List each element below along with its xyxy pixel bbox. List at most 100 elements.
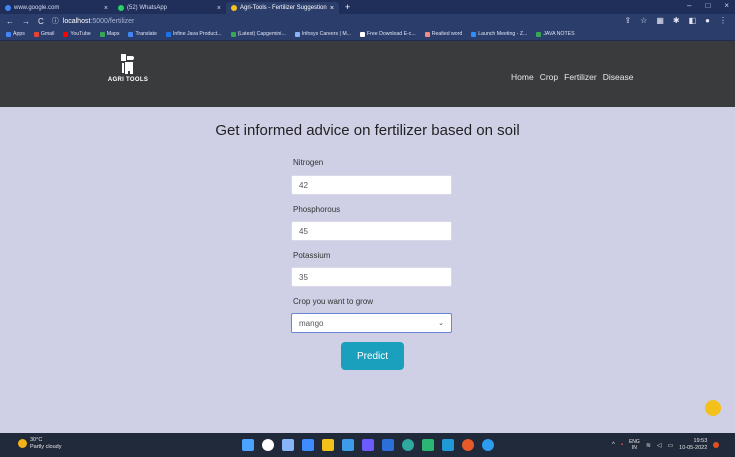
bookmark-youtube[interactable]: YouTube xyxy=(63,31,91,37)
tab-google[interactable]: www.google.com × xyxy=(0,2,113,14)
google-icon xyxy=(5,5,11,11)
bookmark-infosys[interactable]: Infosys Careers | M... xyxy=(294,31,351,37)
menu-icon[interactable]: ⋮ xyxy=(719,16,727,25)
main-content: Get informed advice on fertilizer based … xyxy=(0,107,735,433)
new-tab-button[interactable]: + xyxy=(339,2,356,14)
time: 19:53 xyxy=(693,438,708,444)
nitrogen-value: 42 xyxy=(299,180,308,190)
tab-agri-tools[interactable]: Agri-Tools - Fertilizer Suggestion × xyxy=(226,2,339,14)
nav-fertilizer[interactable]: Fertilizer xyxy=(564,72,597,82)
bookmark-realted-word[interactable]: Realted word xyxy=(424,31,462,37)
phosphorous-label: Phosphorous xyxy=(293,205,341,214)
edge-icon[interactable] xyxy=(402,439,414,451)
gmail-icon xyxy=(33,31,39,37)
profile-icon[interactable]: ● xyxy=(705,16,710,25)
window-close-icon[interactable]: × xyxy=(724,1,729,10)
tray-app-icon[interactable]: ▪ xyxy=(621,442,623,448)
bookmark-launch-meeting[interactable]: Launch Meeting - Z... xyxy=(471,31,527,37)
os-taskbar: 30°C Partly cloudy ^ ▪ ENG IN ≋ ◁ ▭ 19:5… xyxy=(0,433,735,457)
apps-icon xyxy=(6,31,11,37)
tab-label: Agri-Tools - Fertilizer Suggestion xyxy=(240,5,327,11)
bookmark-apps[interactable]: Apps xyxy=(6,31,25,37)
bookmark-favicon-icon xyxy=(294,31,300,37)
nav-crop[interactable]: Crop xyxy=(540,72,558,82)
bookmark-maps[interactable]: Maps xyxy=(99,31,119,37)
chevron-down-icon: ⌄ xyxy=(438,320,444,327)
forward-icon[interactable]: → xyxy=(22,17,30,26)
extension-icon[interactable]: ▦ xyxy=(656,16,664,25)
chat-app-icon[interactable] xyxy=(302,439,314,451)
info-icon[interactable]: ⓘ xyxy=(52,16,59,26)
bookmark-favicon-icon xyxy=(536,31,542,37)
star-icon[interactable]: ☆ xyxy=(640,16,647,25)
task-view-icon[interactable] xyxy=(282,439,294,451)
crop-selected-value: mango xyxy=(299,318,324,328)
sidebar-icon[interactable]: ◧ xyxy=(689,16,697,25)
notification-icon[interactable] xyxy=(713,442,720,448)
tab-whatsapp[interactable]: (52) WhatsApp × xyxy=(113,2,226,14)
store-icon[interactable] xyxy=(382,439,394,451)
bookmark-favicon-icon xyxy=(230,31,236,37)
puzzle-icon[interactable]: ✱ xyxy=(673,16,680,25)
nav-disease[interactable]: Disease xyxy=(603,72,634,82)
visual-studio-icon[interactable] xyxy=(362,439,374,451)
maximize-icon[interactable]: □ xyxy=(705,1,710,10)
crop-select[interactable]: mango ⌄ xyxy=(291,313,452,333)
page-title: Get informed advice on fertilizer based … xyxy=(215,122,520,139)
phosphorous-input[interactable]: 45 xyxy=(291,221,452,241)
language-indicator[interactable]: ENG IN xyxy=(629,439,640,451)
window-controls: – □ × xyxy=(687,1,729,10)
weather-condition: Partly cloudy xyxy=(30,443,62,450)
excel-icon[interactable] xyxy=(422,439,434,451)
browser-app-icon[interactable] xyxy=(482,439,494,451)
share-icon[interactable]: ⇪ xyxy=(624,16,631,25)
bookmark-capgemini[interactable]: (Latest) Capgemini... xyxy=(230,31,286,37)
potassium-input[interactable]: 35 xyxy=(291,267,452,287)
logo-text: AGRI TOOLS xyxy=(107,77,149,83)
reload-icon[interactable]: C xyxy=(38,17,44,26)
file-explorer-icon[interactable] xyxy=(322,439,334,451)
back-icon[interactable]: ← xyxy=(6,17,14,26)
bookmark-translate[interactable]: Translate xyxy=(128,31,157,37)
agri-tools-favicon-icon xyxy=(231,5,237,11)
chevron-up-icon[interactable]: ^ xyxy=(612,442,615,448)
phosphorous-value: 45 xyxy=(299,226,308,236)
bookmark-favicon-icon xyxy=(359,31,365,37)
weather-sun-icon xyxy=(18,439,27,448)
chat-widget-icon[interactable] xyxy=(705,400,721,416)
nitrogen-label: Nitrogen xyxy=(293,158,324,167)
minimize-icon[interactable]: – xyxy=(687,1,691,10)
toolbar-icons: ⇪ ☆ ▦ ✱ ◧ ● ⋮ xyxy=(624,16,727,25)
tab-label: (52) WhatsApp xyxy=(127,5,168,11)
clock[interactable]: 19:53 10-05-2022 xyxy=(679,438,707,452)
browser-tab-bar: www.google.com × (52) WhatsApp × Agri-To… xyxy=(0,0,735,14)
address-bar: ← → C ⓘ localhost:5000/fertilizer ⇪ ☆ ▦ … xyxy=(0,14,735,28)
url-host: localhost xyxy=(62,17,91,25)
close-icon[interactable]: × xyxy=(217,5,221,12)
url-field[interactable]: ⓘ localhost:5000/fertilizer xyxy=(52,16,135,26)
volume-icon[interactable]: ◁ xyxy=(657,442,662,449)
tab-label: www.google.com xyxy=(14,5,60,11)
youtube-icon xyxy=(63,31,69,37)
battery-icon[interactable]: ▭ xyxy=(667,442,673,449)
date: 10-05-2022 xyxy=(679,445,708,451)
windows-start-icon[interactable] xyxy=(242,439,254,451)
bookmark-java-notes[interactable]: JAVA NOTES xyxy=(536,31,575,37)
chrome-icon[interactable] xyxy=(462,439,474,451)
maps-icon xyxy=(99,31,105,37)
nav-home[interactable]: Home xyxy=(511,72,534,82)
weather-widget[interactable]: 30°C Partly cloudy xyxy=(18,437,62,450)
search-icon[interactable] xyxy=(262,439,274,451)
mail-icon[interactable] xyxy=(342,439,354,451)
close-icon[interactable]: × xyxy=(330,5,334,12)
wifi-icon[interactable]: ≋ xyxy=(646,442,651,449)
bookmark-free-download[interactable]: Free Download E-c... xyxy=(359,31,416,37)
site-logo[interactable]: AGRI TOOLS xyxy=(108,53,148,83)
close-icon[interactable]: × xyxy=(104,5,108,12)
bookmark-gmail[interactable]: Gmail xyxy=(33,31,54,37)
predict-button[interactable]: Predict xyxy=(341,342,404,370)
bookmarks-bar: Apps Gmail YouTube Maps Translate Infine… xyxy=(0,28,735,41)
app-icon[interactable] xyxy=(442,439,454,451)
nitrogen-input[interactable]: 42 xyxy=(291,175,452,195)
bookmark-java-product[interactable]: Infine Java Product... xyxy=(165,31,222,37)
